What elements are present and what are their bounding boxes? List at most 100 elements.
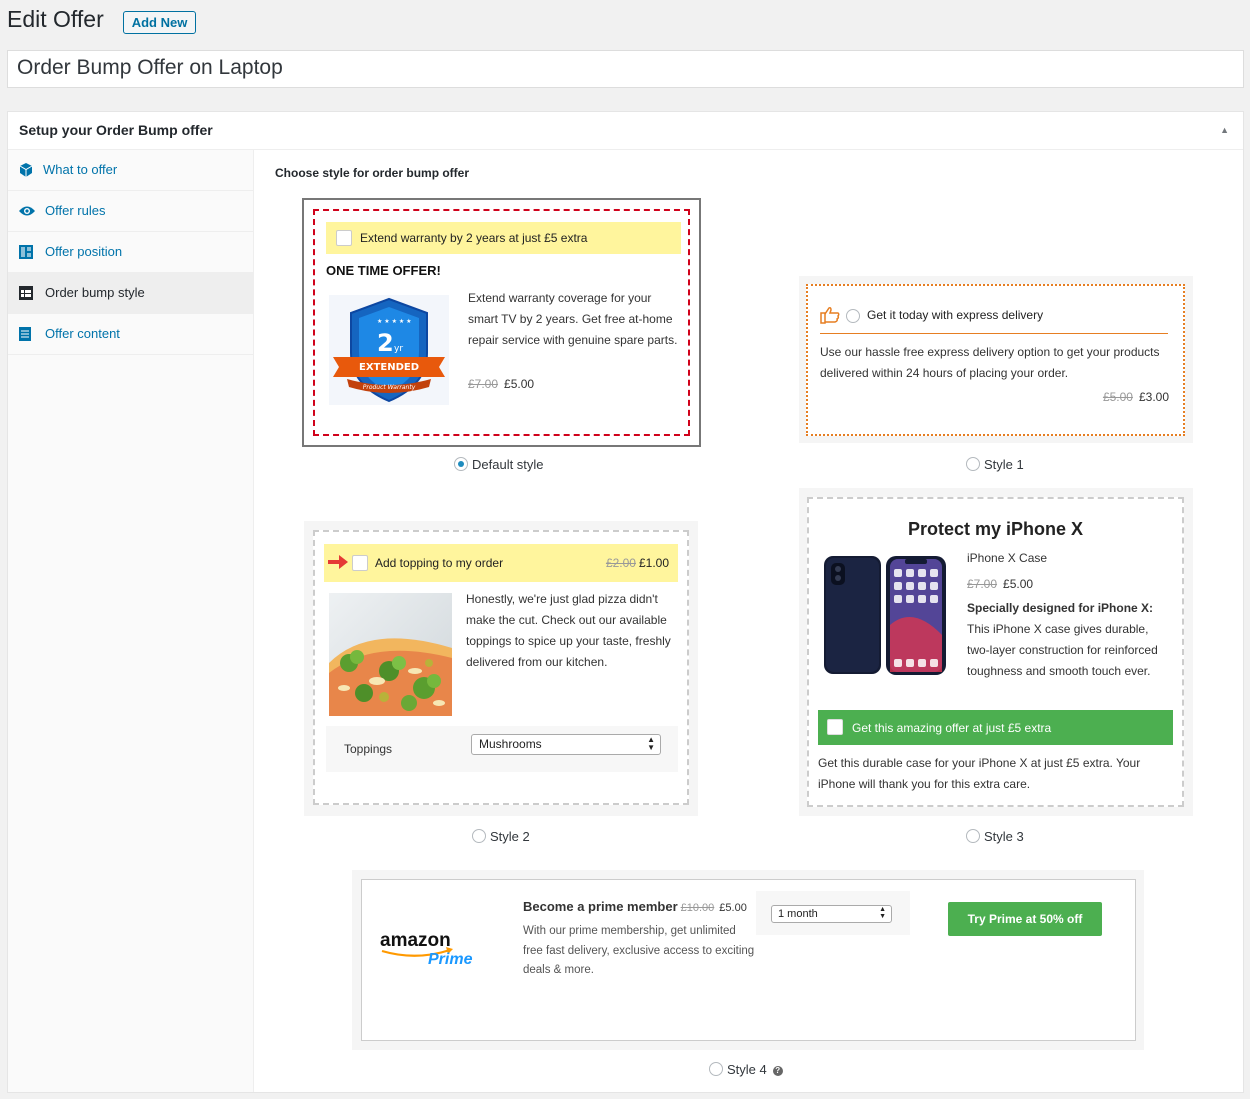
default-style-preview[interactable]: Extend warranty by 2 years at just £5 ex… bbox=[302, 198, 701, 447]
style-2-preview[interactable]: Add topping to my order £2.00 £1.00 Hones… bbox=[304, 521, 698, 816]
offer-description: Use our hassle free express delivery opt… bbox=[820, 345, 1160, 380]
offer-prices: £7.00 £5.00 bbox=[967, 577, 1033, 591]
new-price: £5.00 bbox=[504, 377, 535, 391]
radio-label: Default style bbox=[472, 457, 544, 472]
style-4-preview[interactable]: amazon Prime Become a prime member £10.00… bbox=[352, 870, 1144, 1050]
toppings-label: Toppings bbox=[344, 742, 393, 756]
offer-prices: £2.00 £1.00 bbox=[606, 556, 669, 570]
eye-icon bbox=[19, 206, 35, 216]
offer-description: Honestly, we're just glad pizza didn't m… bbox=[466, 592, 671, 669]
style-4-radio[interactable] bbox=[709, 1062, 723, 1076]
choose-style-label: Choose style for order bump offer bbox=[275, 166, 470, 180]
description-bold: Specially designed for iPhone X: bbox=[967, 601, 1154, 615]
product-name: iPhone X Case bbox=[967, 551, 1048, 565]
style-1-radio-option[interactable]: Style 1 bbox=[966, 457, 1024, 472]
offer-description: Extend warranty coverage for your smart … bbox=[468, 291, 678, 347]
tab-offer-content[interactable]: Offer content bbox=[8, 314, 254, 355]
offer-checkbox-bar: Add topping to my order £2.00 £1.00 bbox=[324, 544, 678, 582]
default-style-radio-option[interactable]: Default style bbox=[454, 457, 544, 472]
sidebar-tabs: What to offer Offer rules Offer position bbox=[8, 150, 254, 1092]
radio-label: Style 1 bbox=[984, 457, 1024, 472]
offer-title: Become a prime member £10.00 £5.00 bbox=[523, 899, 747, 914]
plan-select-value: 1 month bbox=[778, 908, 818, 920]
page-title: Edit Offer bbox=[7, 6, 104, 32]
style-2-box: Add topping to my order £2.00 £1.00 Hones… bbox=[313, 530, 689, 805]
offer-checkbox[interactable] bbox=[352, 555, 368, 571]
offer-title-input[interactable]: Order Bump Offer on Laptop bbox=[7, 50, 1244, 88]
offer-prices: £5.00 £3.00 bbox=[1103, 390, 1169, 404]
iphone-case-image bbox=[824, 556, 946, 675]
old-price: £10.00 bbox=[680, 902, 715, 914]
cube-icon bbox=[19, 163, 33, 177]
tab-order-bump-style[interactable]: Order bump style bbox=[8, 273, 254, 314]
style-1-preview[interactable]: Get it today with express delivery Use o… bbox=[799, 276, 1193, 443]
help-icon[interactable]: ? bbox=[772, 1066, 783, 1076]
offer-description: With our prime membership, get unlimited… bbox=[523, 925, 755, 976]
pizza-toppings-image bbox=[329, 593, 452, 716]
badge-ribbon: EXTENDED bbox=[359, 362, 419, 373]
old-price: £2.00 bbox=[605, 556, 636, 570]
new-price: £3.00 bbox=[1138, 390, 1169, 404]
logo-sub: Prime bbox=[428, 951, 473, 968]
select-arrows-icon: ▲ ▼ bbox=[879, 906, 886, 920]
panel-title: Setup your Order Bump offer bbox=[19, 122, 213, 138]
description-text: This iPhone X case gives durable, two-la… bbox=[967, 622, 1158, 678]
default-style-box: Extend warranty by 2 years at just £5 ex… bbox=[313, 209, 690, 436]
logo-word: amazon bbox=[380, 930, 451, 951]
style-1-box: Get it today with express delivery Use o… bbox=[806, 284, 1185, 436]
arrow-right-icon bbox=[328, 555, 348, 569]
offer-checkbox-bar: Get this amazing offer at just £5 extra bbox=[818, 710, 1173, 745]
badge-sub: Product Warranty bbox=[363, 384, 416, 391]
thumbs-right-icon bbox=[820, 307, 840, 324]
radio-label: Style 4 bbox=[727, 1062, 767, 1077]
old-price: £7.00 bbox=[967, 577, 998, 591]
tab-offer-position[interactable]: Offer position bbox=[8, 232, 254, 273]
style-3-radio[interactable] bbox=[966, 829, 980, 843]
badge-number: 2 bbox=[377, 329, 394, 357]
offer-checkbox-label: Add topping to my order bbox=[375, 556, 504, 570]
old-price: £5.00 bbox=[1102, 390, 1133, 404]
toppings-select-value: Mushrooms bbox=[479, 737, 542, 751]
try-prime-button[interactable]: Try Prime at 50% off bbox=[948, 902, 1102, 936]
default-style-radio[interactable] bbox=[454, 457, 468, 471]
toppings-select[interactable]: Mushrooms ▲ ▼ bbox=[471, 734, 661, 755]
layout-icon bbox=[19, 245, 33, 259]
offer-title-text: Become a prime member bbox=[523, 899, 678, 914]
tab-label: Order bump style bbox=[45, 285, 145, 300]
offer-headline: Get it today with express delivery bbox=[867, 308, 1044, 322]
tab-label: Offer content bbox=[45, 326, 120, 341]
tab-what-to-offer[interactable]: What to offer bbox=[8, 150, 254, 191]
divider bbox=[820, 333, 1168, 334]
style-1-offer-radio[interactable] bbox=[846, 309, 860, 323]
offer-checkbox-label: Extend warranty by 2 years at just £5 ex… bbox=[360, 231, 588, 245]
old-price: £7.00 bbox=[468, 377, 499, 391]
plan-select-box: 1 month ▲ ▼ bbox=[756, 891, 910, 935]
offer-checkbox[interactable] bbox=[827, 719, 843, 735]
tab-label: What to offer bbox=[43, 162, 118, 177]
offer-checkbox[interactable] bbox=[336, 230, 352, 246]
style-3-box: Protect my iPhone X iPhone X Case £7.00 … bbox=[807, 497, 1184, 807]
amazon-prime-logo: amazon Prime bbox=[380, 930, 473, 968]
plan-select[interactable]: 1 month ▲ ▼ bbox=[771, 905, 892, 923]
radio-label: Style 2 bbox=[490, 829, 530, 844]
warranty-badge-image: ★ ★ ★ ★ ★ 2 yr EXTENDED Product Warranty bbox=[329, 295, 449, 405]
collapse-toggle-icon[interactable]: ▲ bbox=[1220, 125, 1229, 135]
table-icon bbox=[19, 286, 33, 300]
tab-offer-rules[interactable]: Offer rules bbox=[8, 191, 254, 232]
document-icon bbox=[19, 327, 31, 341]
add-new-button[interactable]: Add New bbox=[123, 11, 196, 34]
svg-text:★ ★ ★ ★ ★: ★ ★ ★ ★ ★ bbox=[377, 318, 412, 325]
style-3-preview[interactable]: Protect my iPhone X iPhone X Case £7.00 … bbox=[799, 488, 1193, 816]
style-4-radio-option[interactable]: Style 4? bbox=[709, 1062, 783, 1077]
one-time-offer-heading: ONE TIME OFFER! bbox=[326, 263, 441, 278]
toppings-row: Toppings Mushrooms ▲ ▼ bbox=[326, 726, 678, 772]
panel-header: Setup your Order Bump offer ▲ bbox=[8, 112, 1243, 150]
style-1-radio[interactable] bbox=[966, 457, 980, 471]
style-2-radio[interactable] bbox=[472, 829, 486, 843]
style-2-radio-option[interactable]: Style 2 bbox=[472, 829, 530, 844]
badge-sup: yr bbox=[394, 344, 403, 354]
offer-title: Protect my iPhone X bbox=[907, 519, 1084, 539]
new-price: £5.00 bbox=[719, 902, 747, 914]
style-3-radio-option[interactable]: Style 3 bbox=[966, 829, 1024, 844]
tab-label: Offer rules bbox=[45, 203, 106, 218]
